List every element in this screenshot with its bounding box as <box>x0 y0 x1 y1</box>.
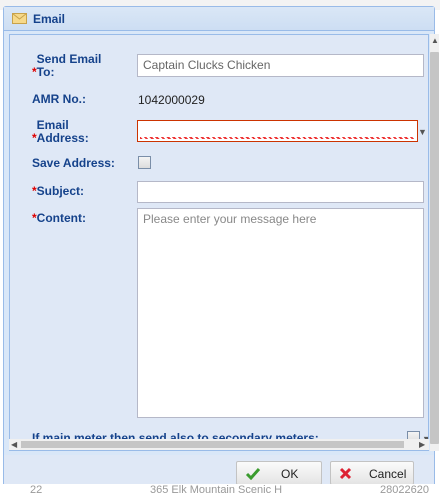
background-table-row: 22 365 Elk Mountain Scenic H 28022620 <box>0 484 440 496</box>
save-address-checkbox[interactable] <box>138 156 151 169</box>
row-number: 22 <box>30 484 43 496</box>
horizontal-scroll-thumb[interactable] <box>21 441 404 448</box>
content-label-text: Content: <box>36 211 86 225</box>
invalid-underline <box>140 137 415 139</box>
form-panel: *Send Email To: Captain Clucks Chicken A… <box>9 34 429 451</box>
vertical-scroll-thumb[interactable] <box>430 52 439 444</box>
scroll-right-arrow-icon[interactable]: ▶ <box>419 440 425 449</box>
vertical-scrollbar[interactable]: ▲ <box>430 34 439 451</box>
email-address-input[interactable] <box>137 120 418 142</box>
send-to-field[interactable]: Captain Clucks Chicken <box>137 54 424 77</box>
subject-label: *Subject: <box>32 185 84 198</box>
email-dropdown-arrow-icon[interactable]: ▼ <box>418 127 427 137</box>
email-dialog: Email *Send Email To: Captain Clucks Chi… <box>3 6 439 488</box>
row-address: 365 Elk Mountain Scenic H <box>150 484 283 496</box>
subject-input[interactable] <box>137 181 424 203</box>
dialog-footer: OK Cancel <box>4 455 434 487</box>
dialog-titlebar[interactable]: Email <box>4 7 434 31</box>
scroll-left-arrow-icon[interactable]: ◀ <box>11 440 17 449</box>
row-id: 28022620 <box>380 484 429 496</box>
checkmark-icon <box>245 468 261 480</box>
subject-label-text: Subject: <box>36 184 85 198</box>
send-to-label-text: Send Email To: <box>36 52 102 79</box>
content-label: *Content: <box>32 212 86 225</box>
amr-value: 1042000029 <box>138 93 205 107</box>
email-address-label: *Email Address: <box>32 119 107 145</box>
ok-label: OK <box>281 467 299 481</box>
dialog-title: Email <box>33 12 66 26</box>
email-address-label-text: Email Address: <box>36 118 89 145</box>
content-placeholder: Please enter your message here <box>143 212 317 226</box>
close-icon <box>339 467 352 480</box>
cancel-label: Cancel <box>369 467 407 481</box>
horizontal-scrollbar[interactable]: ◀ ▶ <box>9 439 429 450</box>
content-textarea[interactable]: Please enter your message here <box>137 208 424 418</box>
cancel-button[interactable]: Cancel <box>330 461 414 485</box>
envelope-icon <box>12 13 27 24</box>
ok-button[interactable]: OK <box>236 461 322 485</box>
amr-label: AMR No.: <box>32 92 86 106</box>
save-address-label: Save Address: <box>32 156 115 170</box>
send-to-value: Captain Clucks Chicken <box>143 58 271 72</box>
send-to-label: *Send Email To: <box>32 53 117 79</box>
scroll-up-arrow-icon[interactable]: ▲ <box>431 36 439 45</box>
